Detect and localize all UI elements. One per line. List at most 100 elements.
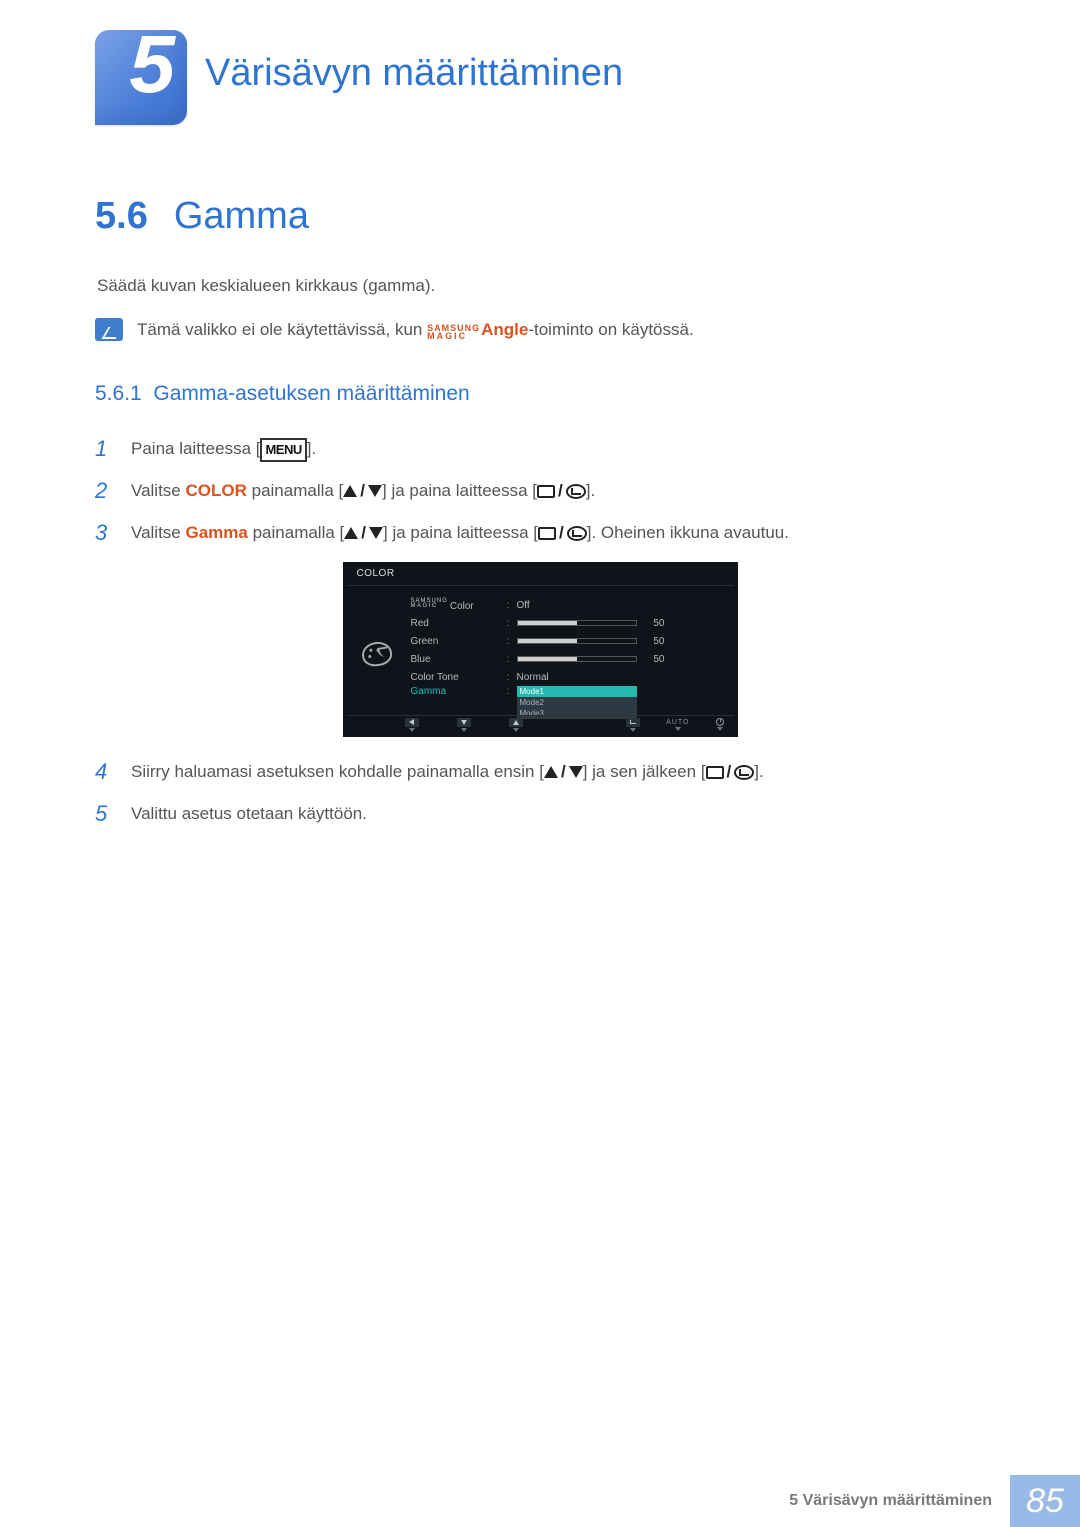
arrow-up-icon [344,527,358,539]
auto-label: AUTO [666,719,689,726]
text: Valitse [131,481,186,500]
slash: / [358,523,369,542]
osd-value: Normal [517,672,667,683]
colon: : [507,686,517,697]
text: ]. [307,439,316,458]
note-after: -toiminto on käytössä. [528,320,693,339]
enter-button-icon [566,484,586,499]
osd-left-panel [343,586,411,722]
osd-label-selected: Gamma [411,686,507,697]
samsung-magic-logo-small: SAMSUNGMAGIC [411,599,448,609]
text: ]. Oheinen ikkuna avautuu. [587,523,789,542]
colon: : [507,618,517,629]
intro-text: Säädä kuvan keskialueen kirkkaus (gamma)… [97,276,985,296]
colon: : [507,600,517,611]
step-number: 1 [95,436,113,462]
text: ]. [586,481,595,500]
power-icon [716,718,724,726]
osd-row-magic-color: SAMSUNGMAGICColor : Off [411,596,738,614]
osd-nav-down [457,718,471,732]
osd-value: 50 [645,636,675,647]
section-title: Gamma [174,195,309,238]
step-5: 5 Valittu asetus otetaan käyttöön. [95,801,985,827]
osd-label: Blue [411,654,507,665]
note-text: Tämä valikko ei ole käytettävissä, kun S… [137,318,694,342]
text: Paina laitteessa [ [131,439,260,458]
source-button-icon [538,527,556,540]
slash: / [724,762,735,781]
chapter-title: Värisävyn määrittäminen [205,52,623,95]
angle-text: Angle [481,320,528,339]
samsung-magic-logo: SAMSUNGMAGIC [427,325,480,340]
source-button-icon [706,766,724,779]
gamma-mode-selected: Mode1 [517,686,637,697]
osd-row-green: Green : 50 [411,632,738,650]
slash: / [555,481,566,500]
step-text: Valittu asetus otetaan käyttöön. [131,801,367,827]
step-text: Valitse COLOR painamalla [ / ] ja paina la… [131,478,595,504]
colon: : [507,672,517,683]
footer-text: 5 Värisävyn määrittäminen [789,1475,1010,1527]
text: painamalla [ [247,481,343,500]
step-4: 4 Siirry haluamasi asetuksen kohdalle pa… [95,759,985,785]
note-before: Tämä valikko ei ole käytettävissä, kun [137,320,427,339]
steps-list: 1 Paina laitteessa [MENU]. 2 Valitse COL… [95,436,985,547]
step-text: Valitse Gamma painamalla [/] ja paina la… [131,520,789,546]
steps-list-continued: 4 Siirry haluamasi asetuksen kohdalle pa… [95,759,985,827]
source-button-icon [537,485,555,498]
arrow-down-icon [368,485,382,497]
palette-icon [360,640,393,668]
text: Valitse [131,523,186,542]
step-2: 2 Valitse COLOR painamalla [ / ] ja paina … [95,478,985,504]
gamma-mode: Mode2 [517,697,637,708]
osd-row-red: Red : 50 [411,614,738,632]
step-text: Paina laitteessa [MENU]. [131,436,316,463]
osd-footer: AUTO [347,715,734,731]
osd-settings: SAMSUNGMAGICColor : Off Red : 50 Green :… [411,586,738,722]
subsection-header: 5.6.1 Gamma-asetuksen määrittäminen [95,382,985,406]
subsection-number: 5.6.1 [95,382,142,405]
slash: / [357,481,368,500]
text: ] ja paina laitteessa [ [383,523,538,542]
osd-row-blue: Blue : 50 [411,650,738,668]
page-footer: 5 Värisävyn määrittäminen 85 [0,1475,1080,1527]
subsection-title: Gamma-asetuksen määrittäminen [153,382,469,405]
arrow-up-icon [343,485,357,497]
menu-button-icon: MENU [260,438,306,463]
step-number: 5 [95,801,113,827]
step-number: 3 [95,520,113,546]
text: ] ja paina laitteessa [ [382,481,537,500]
osd-label: Green [411,636,507,647]
osd-nav-left [405,718,419,732]
osd-value: 50 [645,618,675,629]
slash: / [558,762,569,781]
color-keyword: COLOR [186,481,247,500]
osd-nav-up [509,718,523,732]
osd-label: Red [411,618,507,629]
text: Siirry haluamasi asetuksen kohdalle pain… [131,762,544,781]
osd-label: SAMSUNGMAGICColor [411,599,507,612]
osd-body: SAMSUNGMAGICColor : Off Red : 50 Green :… [343,586,738,722]
colon: : [507,654,517,665]
colon: : [507,636,517,647]
text: ]. [754,762,763,781]
arrow-up-icon [544,766,558,778]
section-number: 5.6 [95,195,148,238]
chapter-number-box: 5 [95,30,187,125]
arrow-down-icon [569,766,583,778]
enter-button-icon [734,765,754,780]
osd-value: 50 [645,654,675,665]
osd-row-color-tone: Color Tone : Normal [411,668,738,686]
osd-value: Off [517,600,667,611]
step-number: 2 [95,478,113,504]
arrow-down-icon [369,527,383,539]
text: ] ja sen jälkeen [ [583,762,706,781]
osd-label: Color Tone [411,672,507,683]
text: Color [450,601,474,612]
gamma-keyword: Gamma [186,523,248,542]
step-1: 1 Paina laitteessa [MENU]. [95,436,985,463]
osd-panel: COLOR SAMSUNGMAGICColor : Off Red : 50 [343,562,738,737]
step-number: 4 [95,759,113,785]
step-3: 3 Valitse Gamma painamalla [/] ja paina … [95,520,985,546]
osd-title: COLOR [357,568,738,579]
